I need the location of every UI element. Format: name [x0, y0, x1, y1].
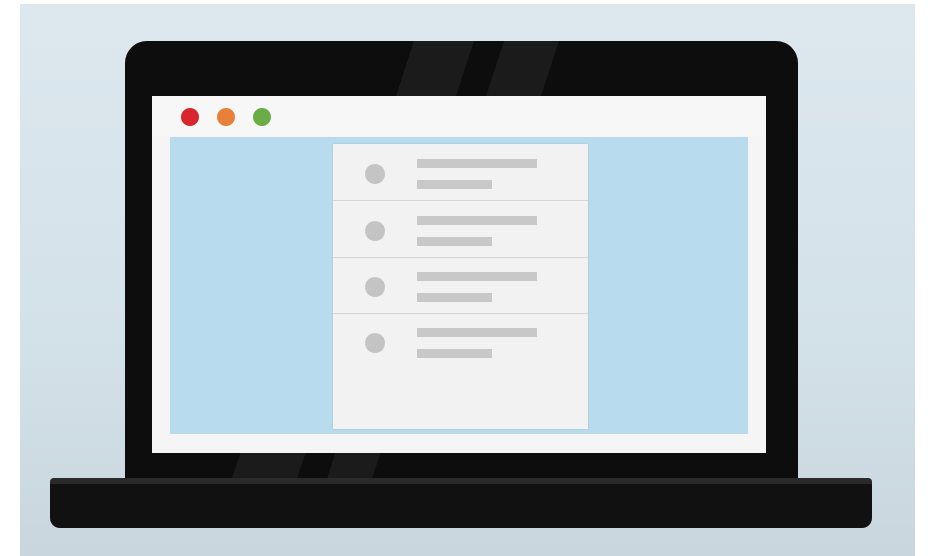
minimize-dot-icon[interactable] — [217, 108, 235, 126]
screen-glare — [396, 41, 474, 96]
placeholder-text-line — [417, 159, 537, 168]
placeholder-text-line — [417, 272, 537, 281]
screen-glare — [486, 41, 559, 96]
maximize-dot-icon[interactable] — [253, 108, 271, 126]
list-item[interactable] — [333, 257, 588, 314]
close-dot-icon[interactable] — [181, 108, 199, 126]
list-item[interactable] — [333, 144, 588, 201]
list-panel — [333, 144, 588, 429]
placeholder-text-line — [417, 180, 492, 189]
laptop-base-edge — [50, 478, 872, 484]
illustration-scene — [20, 4, 915, 556]
list-item[interactable] — [333, 313, 588, 369]
laptop-base — [50, 478, 872, 528]
placeholder-avatar-icon — [365, 333, 385, 353]
window-titlebar — [152, 96, 766, 136]
laptop-lid — [125, 41, 798, 486]
placeholder-avatar-icon — [365, 164, 385, 184]
list-item[interactable] — [333, 201, 588, 258]
placeholder-text-line — [417, 328, 537, 337]
placeholder-text-line — [417, 237, 492, 246]
placeholder-avatar-icon — [365, 221, 385, 241]
placeholder-text-line — [417, 216, 537, 225]
placeholder-text-line — [417, 293, 492, 302]
app-window — [152, 96, 766, 453]
placeholder-avatar-icon — [365, 277, 385, 297]
placeholder-text-line — [417, 349, 492, 358]
